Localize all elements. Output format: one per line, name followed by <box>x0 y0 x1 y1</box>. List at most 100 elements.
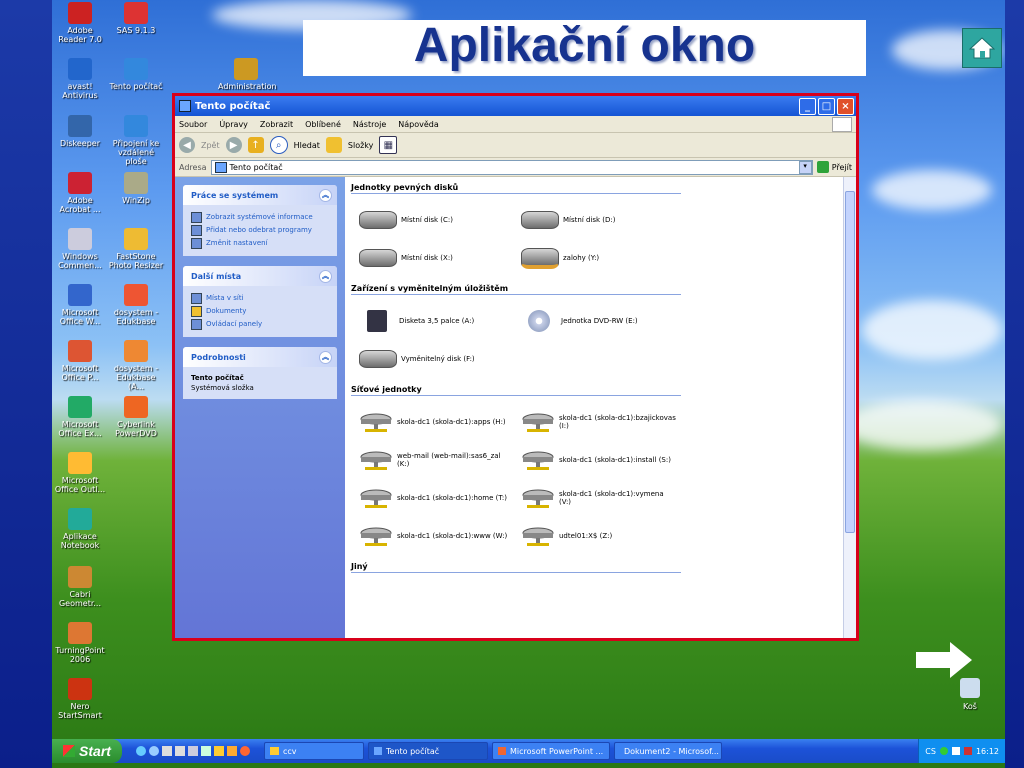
desktop-icon[interactable]: Adobe Acrobat ... <box>52 172 108 214</box>
desktop-icon[interactable]: SAS 9.1.3 <box>108 2 164 35</box>
desktop-icon[interactable]: Aplikace Notebook <box>52 508 108 550</box>
recycle-bin[interactable]: Koš <box>942 678 998 711</box>
drive-item[interactable]: skola-dc1 (skola-dc1):bzajickovas (I:) <box>521 410 683 434</box>
dropdown-icon[interactable]: ▾ <box>798 160 812 174</box>
app-icon[interactable] <box>201 746 211 756</box>
network-drive-icon <box>522 451 554 470</box>
drive-item[interactable]: skola-dc1 (skola-dc1):install (S:) <box>521 448 683 472</box>
section-header: Jednotky pevných disků <box>351 183 681 194</box>
desktop-icon[interactable]: Microsoft Office W... <box>52 284 108 326</box>
drive-item[interactable]: skola-dc1 (skola-dc1):home (T:) <box>359 486 521 510</box>
back-button-label[interactable]: Zpět <box>201 141 220 150</box>
desktop-icon[interactable]: Tento počítač <box>108 58 164 91</box>
panel-header[interactable]: Další místa ︽ <box>183 266 337 286</box>
desktop-icon[interactable]: Microsoft Office P... <box>52 340 108 382</box>
desktop-icon-label: SAS 9.1.3 <box>116 26 156 35</box>
views-icon[interactable]: ▦ <box>379 136 398 154</box>
drive-item[interactable]: skola-dc1 (skola-dc1):apps (H:) <box>359 410 521 434</box>
collapse-chevron-icon[interactable]: ︽ <box>319 269 332 283</box>
scroll-thumb[interactable] <box>845 191 855 533</box>
desktop-icon[interactable]: Administration <box>218 58 277 91</box>
desktop-icon[interactable]: Adobe Reader 7.0 <box>52 2 108 44</box>
drive-item[interactable]: Vyměnitelný disk (F:) <box>359 347 521 371</box>
minimize-button[interactable]: _ <box>799 97 816 115</box>
menu-item[interactable]: Úpravy <box>219 120 248 129</box>
language-indicator[interactable]: CS <box>925 747 936 756</box>
task-button[interactable]: Dokument2 - Microsof... <box>614 742 722 760</box>
app-icon[interactable] <box>227 746 237 756</box>
folders-icon[interactable] <box>325 137 342 153</box>
tray-icon[interactable] <box>939 747 948 755</box>
task-link[interactable]: Změnit nastavení <box>191 237 329 250</box>
desktop-icon[interactable]: Diskeeper <box>52 115 108 148</box>
task-button[interactable]: Tento počítač <box>368 742 488 760</box>
desktop-icon[interactable]: dosystem - Edukbase <box>108 284 164 326</box>
back-arrow-icon[interactable]: ◀ <box>179 137 195 153</box>
address-input[interactable]: Tento počítač ▾ <box>210 159 813 175</box>
next-arrow-icon[interactable] <box>914 640 974 680</box>
task-link[interactable]: Zobrazit systémové informace <box>191 211 329 224</box>
app-icon[interactable] <box>240 746 250 756</box>
address-bar: Adresa Tento počítač ▾ Přejít <box>175 158 856 177</box>
drive-item[interactable]: zalohy (Y:) <box>521 246 683 270</box>
desktop-icon[interactable]: Windows Commen... <box>52 228 108 270</box>
browser-icon[interactable] <box>149 746 159 756</box>
place-link[interactable]: Místa v síti <box>191 292 329 305</box>
place-link[interactable]: Dokumenty <box>191 305 329 318</box>
drive-item[interactable]: Disketa 3,5 palce (A:) <box>359 309 521 333</box>
window-titlebar[interactable]: Tento počítač _ □ × <box>175 96 856 116</box>
desktop-icon[interactable]: avast! Antivirus <box>52 58 108 100</box>
drive-item[interactable]: skola-dc1 (skola-dc1):vymena (V:) <box>521 486 683 510</box>
menu-item[interactable]: Nástroje <box>353 120 386 129</box>
ie-icon[interactable] <box>136 746 146 756</box>
panel-header[interactable]: Práce se systémem ︽ <box>183 185 337 205</box>
tray-icon[interactable] <box>951 747 960 755</box>
menu-item[interactable]: Oblíbené <box>305 120 341 129</box>
drive-item[interactable]: Místní disk (C:) <box>359 208 521 232</box>
folders-button-label[interactable]: Složky <box>348 141 373 150</box>
app-icon[interactable] <box>175 746 185 756</box>
task-button[interactable]: ccv <box>264 742 364 760</box>
app-icon[interactable] <box>214 746 224 756</box>
desktop-icon[interactable]: Microsoft Office Outl... <box>52 452 108 494</box>
search-button-label[interactable]: Hledat <box>294 141 320 150</box>
maximize-button[interactable]: □ <box>818 97 835 115</box>
drive-item[interactable]: skola-dc1 (skola-dc1):www (W:) <box>359 524 521 548</box>
drive-item[interactable]: Místní disk (X:) <box>359 246 521 270</box>
go-arrow-icon[interactable] <box>816 161 829 173</box>
desktop-icon[interactable]: Nero StartSmart <box>52 678 108 720</box>
desktop-icon[interactable]: Microsoft Office Ex... <box>52 396 108 438</box>
start-button[interactable]: Start <box>52 739 122 763</box>
menu-item[interactable]: Nápověda <box>398 120 439 129</box>
desktop-icon[interactable]: Cabri Geometr... <box>52 566 108 608</box>
task-link[interactable]: Přidat nebo odebrat programy <box>191 224 329 237</box>
close-button[interactable]: × <box>837 97 854 115</box>
task-button[interactable]: Microsoft PowerPoint ... <box>492 742 610 760</box>
search-icon[interactable]: ⌕ <box>269 136 288 154</box>
collapse-chevron-icon[interactable]: ︽ <box>319 188 332 202</box>
home-button[interactable] <box>962 28 1002 68</box>
up-folder-icon[interactable]: ↑ <box>247 137 264 153</box>
go-button-label[interactable]: Přejít <box>832 163 852 172</box>
tray-icon[interactable] <box>963 747 972 755</box>
drive-item[interactable]: Jednotka DVD-RW (E:) <box>521 309 683 333</box>
forward-arrow-icon[interactable]: ▶ <box>225 137 242 153</box>
desktop-icon[interactable]: TurningPoint 2006 <box>52 622 108 664</box>
desktop-icon[interactable]: WinZip <box>108 172 164 205</box>
desktop-icon[interactable]: FastStone Photo Resizer <box>108 228 164 270</box>
desktop-icon[interactable]: Cyberlink PowerDVD <box>108 396 164 438</box>
desktop-icon[interactable]: Připojení ke vzdálené ploše <box>108 115 164 166</box>
app-icon[interactable] <box>162 746 172 756</box>
drive-item[interactable]: udtel01:X$ (Z:) <box>521 524 683 548</box>
place-link[interactable]: Ovládací panely <box>191 318 329 331</box>
vertical-scrollbar[interactable] <box>843 177 856 638</box>
desktop-icon[interactable]: dosystem - Edukbase (A... <box>108 340 164 391</box>
menu-item[interactable]: Zobrazit <box>260 120 293 129</box>
collapse-chevron-icon[interactable]: ︽ <box>319 350 332 364</box>
desktop-icon-label: Microsoft Office Outl... <box>54 476 106 494</box>
drive-item[interactable]: web-mail (web-mail):sas6_zal (K:) <box>359 448 521 472</box>
menu-item[interactable]: Soubor <box>179 120 207 129</box>
app-icon[interactable] <box>188 746 198 756</box>
drive-item[interactable]: Místní disk (D:) <box>521 208 683 232</box>
panel-header[interactable]: Podrobnosti ︽ <box>183 347 337 367</box>
